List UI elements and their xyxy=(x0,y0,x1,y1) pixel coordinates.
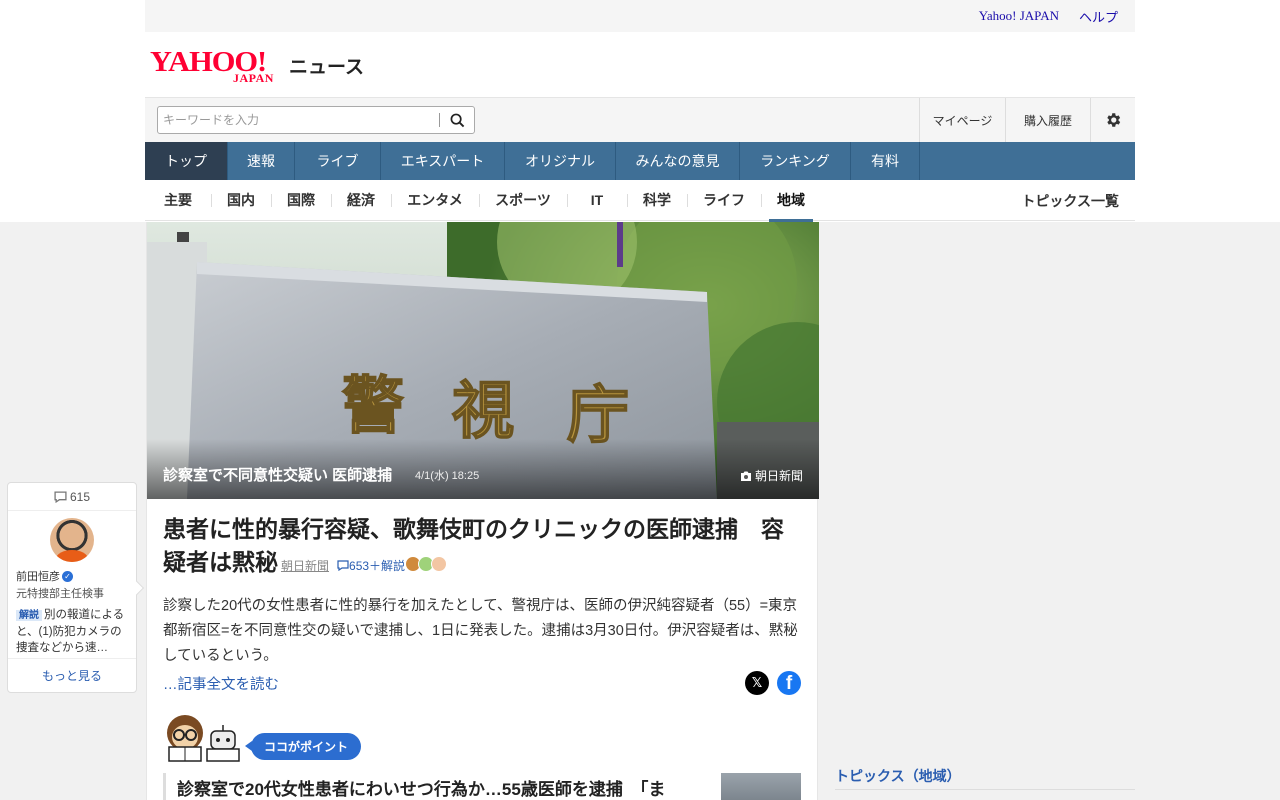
hero-timestamp: 4/1(水) 18:25 xyxy=(415,470,480,482)
hero-image[interactable]: 警 視 庁 診察室で不同意性交疑い 医師逮捕 4/1(水) 18:25 朝日新聞 xyxy=(147,222,819,499)
help-link[interactable]: ヘルプ xyxy=(1079,7,1118,26)
expert-role: 元特捜部主任検事 xyxy=(16,588,104,600)
settings-button[interactable] xyxy=(1090,98,1135,142)
comment-count: 653＋解説 xyxy=(349,559,406,573)
expert-name[interactable]: 前田恒彦 xyxy=(16,568,60,584)
nav-breaking[interactable]: 速報 xyxy=(228,142,295,180)
yahoo-japan-link[interactable]: Yahoo! JAPAN xyxy=(979,8,1059,24)
related-article[interactable]: 診察室で20代女性患者にわいせつ行為か…55歳医師を逮捕 「ま xyxy=(163,773,801,800)
expert-comment-count[interactable]: 615 xyxy=(8,483,136,511)
subnav-main[interactable]: 主要 xyxy=(145,180,211,221)
verified-icon: ✓ xyxy=(62,570,73,582)
mypage-link[interactable]: マイページ xyxy=(919,98,1005,142)
expert-comment-text[interactable]: 解説 別の報道によると、(1)防犯カメラの捜査などから速… xyxy=(16,607,128,655)
key-point-badge: ココがポイント xyxy=(244,733,362,760)
top-utility-bar: Yahoo! JAPAN ヘルプ xyxy=(145,0,1135,32)
article-source[interactable]: 朝日新聞 xyxy=(281,559,329,573)
expert-avatar[interactable] xyxy=(50,518,94,562)
expert-avatars xyxy=(405,555,448,572)
yahoo-news-logo[interactable]: YAHOO! JAPAN ニュース xyxy=(150,45,364,85)
account-links: マイページ 購入履歴 xyxy=(919,98,1135,142)
subnav-life[interactable]: ライフ xyxy=(687,180,761,221)
hero-source: 朝日新聞 xyxy=(740,467,803,484)
nav-expert[interactable]: エキスパート xyxy=(381,142,505,180)
logo-row: YAHOO! JAPAN ニュース xyxy=(145,32,1135,98)
subnav-it[interactable]: IT xyxy=(567,180,627,221)
hero-source-name: 朝日新聞 xyxy=(754,469,803,483)
gear-icon xyxy=(1107,113,1121,127)
subnav-science[interactable]: 科学 xyxy=(627,180,687,221)
subnav-domestic[interactable]: 国内 xyxy=(211,180,271,221)
camera-icon xyxy=(740,471,751,481)
nav-ranking[interactable]: ランキング xyxy=(740,142,851,180)
related-article-title[interactable]: 診察室で20代女性患者にわいせつ行為か…55歳医師を逮捕 「ま xyxy=(177,773,697,800)
search-row: マイページ 購入履歴 xyxy=(145,98,1135,142)
see-more-button[interactable]: もっと見る xyxy=(8,658,136,692)
comment-icon xyxy=(54,490,67,503)
expert-comment-card: 615 前田恒彦 ✓ 元特捜部主任検事 解説 別の報道によると、(1)防犯カメラの… xyxy=(7,482,145,693)
avatar xyxy=(431,555,448,572)
headline-text[interactable]: 患者に性的暴行容疑、歌舞伎町のクリニックの医師逮捕 容疑者は黙秘 xyxy=(163,516,784,575)
article-summary: 診察した20代の女性患者に性的暴行を加えたとして、警視庁は、医師の伊沢純容疑者（… xyxy=(163,598,798,664)
nav-original[interactable]: オリジナル xyxy=(505,142,616,180)
subnav-sports[interactable]: スポーツ xyxy=(479,180,567,221)
key-point-section: ココがポイント xyxy=(163,713,801,763)
related-article-thumbnail[interactable] xyxy=(721,773,801,800)
read-full-article-link[interactable]: …記事全文を読む xyxy=(163,673,279,694)
nav-live[interactable]: ライブ xyxy=(295,142,381,180)
main-nav: トップ 速報 ライブ エキスパート オリジナル みんなの意見 ランキング 有料 xyxy=(145,142,1135,180)
logo-news: ニュース xyxy=(289,56,365,78)
expert-name-row: 前田恒彦 ✓ xyxy=(16,568,136,584)
commentary-tag: 解説 xyxy=(16,610,42,621)
comment-icon xyxy=(337,560,349,572)
search-icon xyxy=(450,113,464,127)
main-column: 警 視 庁 診察室で不同意性交疑い 医師逮捕 4/1(水) 18:25 朝日新聞… xyxy=(146,222,819,800)
nav-opinions[interactable]: みんなの意見 xyxy=(616,142,740,180)
logo-japan: JAPAN xyxy=(233,70,274,85)
regional-topics-heading[interactable]: トピックス（地域） xyxy=(835,762,1135,790)
x-share-icon[interactable]: 𝕏 xyxy=(745,671,769,695)
mascot-icon xyxy=(167,715,240,762)
search-box xyxy=(157,106,475,134)
nav-paid[interactable]: 有料 xyxy=(851,142,920,180)
category-nav: 主要 国内 国際 経済 エンタメ スポーツ IT 科学 ライフ 地域 トピックス… xyxy=(145,180,1135,222)
hero-sign-char-2: 視 xyxy=(452,374,514,447)
subnav-economy[interactable]: 経済 xyxy=(331,180,391,221)
readmore-row: …記事全文を読む 𝕏 f xyxy=(163,671,801,695)
subnav-local[interactable]: 地域 xyxy=(761,180,821,222)
share-buttons: 𝕏 f xyxy=(745,671,801,695)
comment-count-value: 615 xyxy=(69,489,91,504)
header: Yahoo! JAPAN ヘルプ YAHOO! JAPAN ニュース マイページ… xyxy=(145,0,1135,222)
purchase-history-link[interactable]: 購入履歴 xyxy=(1005,98,1090,142)
nav-top[interactable]: トップ xyxy=(145,142,228,180)
subnav-world[interactable]: 国際 xyxy=(271,180,331,221)
topics-list-link[interactable]: トピックス一覧 xyxy=(1021,180,1119,221)
hero-title[interactable]: 診察室で不同意性交疑い 医師逮捕 xyxy=(163,464,392,485)
article: 患者に性的暴行容疑、歌舞伎町のクリニックの医師逮捕 容疑者は黙秘 朝日新聞 653＋… xyxy=(147,499,817,800)
comment-link[interactable]: 653＋解説 xyxy=(337,559,405,573)
hero-sign-char-1: 警 xyxy=(342,369,404,442)
subnav-entertainment[interactable]: エンタメ xyxy=(391,180,479,221)
search-button[interactable] xyxy=(440,107,474,133)
search-input[interactable] xyxy=(158,108,440,132)
facebook-share-icon[interactable]: f xyxy=(777,671,801,695)
article-headline[interactable]: 患者に性的暴行容疑、歌舞伎町のクリニックの医師逮捕 容疑者は黙秘 朝日新聞 653＋… xyxy=(163,513,801,583)
